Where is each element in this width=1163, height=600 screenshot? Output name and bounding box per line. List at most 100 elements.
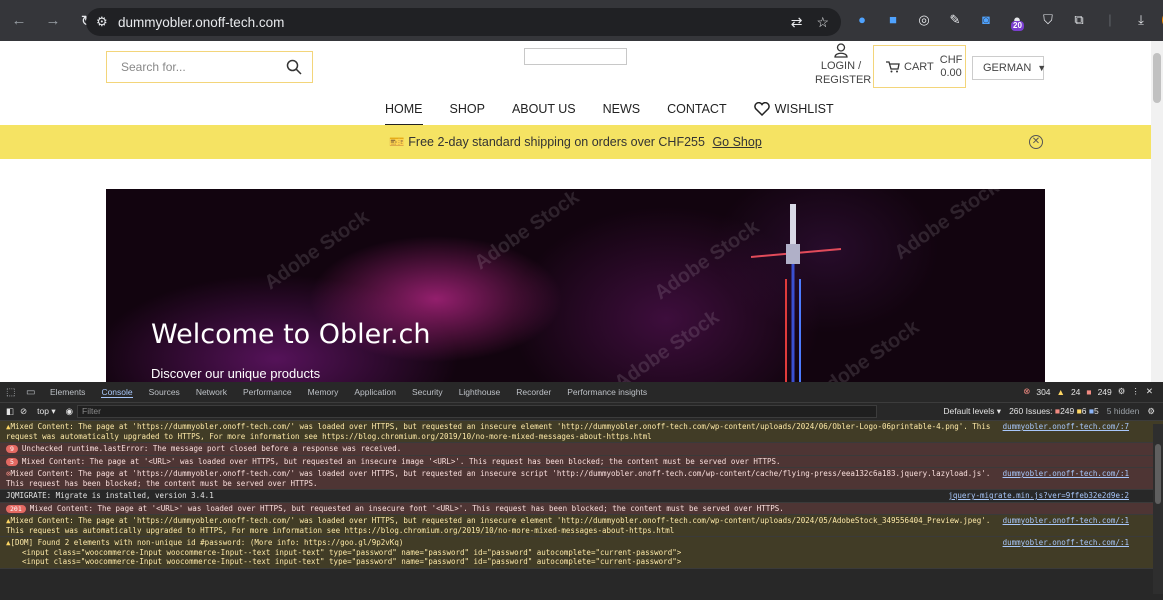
console-filter-input[interactable]: Filter xyxy=(77,405,878,418)
nav-wishlist[interactable]: WISHLIST xyxy=(753,97,834,125)
error-icon[interactable]: ⊗ xyxy=(1023,386,1030,397)
website-viewport: Search for... LOGIN / REGISTER CART CHF 0… xyxy=(0,41,1151,382)
language-select[interactable]: GERMAN ▼ xyxy=(972,56,1046,80)
tab-application[interactable]: Application xyxy=(354,387,396,397)
search-box[interactable]: Search for... xyxy=(106,51,313,83)
back-icon[interactable]: ← xyxy=(8,12,30,29)
console-message[interactable]: ▲Mixed Content: The page at 'https://dum… xyxy=(0,421,1163,443)
clear-console-icon[interactable]: ⊘ xyxy=(20,406,27,417)
hero-subtitle: Discover our unique products xyxy=(151,366,321,381)
settings-gear-icon[interactable]: ⚙ xyxy=(1118,386,1126,397)
source-link[interactable]: dummyobler.onoff-tech.com/:1 xyxy=(1003,538,1129,548)
puzzle-extensions-icon[interactable]: ⧉ xyxy=(1069,10,1089,30)
tab-elements[interactable]: Elements xyxy=(50,387,85,397)
nav-contact-label: CONTACT xyxy=(667,102,727,116)
issues-icon[interactable]: ■ xyxy=(1086,387,1091,397)
login-register-link[interactable]: LOGIN / REGISTER xyxy=(815,43,872,87)
extension-icon-1[interactable]: ● xyxy=(852,10,872,30)
shield-extension-icon[interactable]: ⛉ xyxy=(1038,10,1058,30)
console-message[interactable]: 9 Unchecked runtime.lastError: The messag… xyxy=(0,443,1163,456)
tab-console[interactable]: Console xyxy=(101,387,133,398)
download-icon[interactable]: ⤓ xyxy=(1131,10,1151,30)
console-message[interactable]: ▲Mixed Content: The page at 'https://dum… xyxy=(0,515,1163,537)
close-devtools-icon[interactable]: ✕ xyxy=(1146,386,1153,397)
cart-total: CHF 0.00 xyxy=(940,54,963,80)
repeat-count-badge[interactable]: 9 xyxy=(6,445,18,453)
console-message[interactable]: 201 Mixed Content: The page at '<URL>' wa… xyxy=(0,502,1163,515)
register-label: REGISTER xyxy=(815,74,872,86)
message-text: Mixed Content: The page at 'https://dumm… xyxy=(10,422,991,431)
site-logo-broken-image[interactable] xyxy=(524,48,627,65)
console-scrollbar[interactable] xyxy=(1153,424,1163,594)
forward-icon[interactable]: → xyxy=(42,12,64,29)
cart-button[interactable]: CART CHF 0.00 xyxy=(873,45,966,88)
console-scrollbar-thumb[interactable] xyxy=(1155,444,1161,504)
error-count: 304 xyxy=(1036,386,1051,397)
context-selector[interactable]: top ▾ xyxy=(37,406,55,417)
log-levels-dropdown[interactable]: Default levels ▾ xyxy=(943,406,1001,417)
hidden-count: 5 hidden xyxy=(1106,406,1140,416)
page-scrollbar-thumb[interactable] xyxy=(1153,53,1161,103)
screenshot-extension-icon[interactable]: ◙ xyxy=(976,10,996,30)
nav-about-us[interactable]: ABOUT US xyxy=(512,97,576,125)
tab-memory[interactable]: Memory xyxy=(308,387,339,397)
source-link[interactable]: dummyobler.onoff-tech.com/:1 xyxy=(1003,469,1129,479)
extension-icon-2[interactable]: ◎ xyxy=(914,10,934,30)
issues-warnings: 6 xyxy=(1081,406,1087,416)
nav-shop[interactable]: SHOP xyxy=(450,97,485,125)
repeat-count-badge[interactable]: 201 xyxy=(6,504,26,513)
tab-security[interactable]: Security xyxy=(412,387,443,397)
tab-recorder[interactable]: Recorder xyxy=(516,387,551,397)
hookah-image xyxy=(750,204,842,382)
site-settings-icon[interactable]: ⚙ xyxy=(96,14,114,30)
console-message[interactable]: 5 Mixed Content: The page at '<URL>' was … xyxy=(0,455,1163,468)
tab-network[interactable]: Network xyxy=(196,387,227,397)
eyedropper-icon[interactable]: ✎ xyxy=(945,10,965,30)
devtools-panel: ⬚ ▭ Elements Console Sources Network Per… xyxy=(0,382,1163,600)
cart-currency: CHF xyxy=(939,53,963,66)
console-message[interactable]: JQMIGRATE: Migrate is installed, version… xyxy=(0,490,1163,503)
source-link[interactable]: dummyobler.onoff-tech.com/:1 xyxy=(1003,516,1129,526)
console-settings-icon[interactable]: ⚙ xyxy=(1147,406,1155,417)
tab-performance-insights[interactable]: Performance insights xyxy=(567,387,647,397)
cart-amount: 0.00 xyxy=(940,66,962,79)
issue-count: 249 xyxy=(1097,386,1112,397)
banner-close-icon[interactable]: ✕ xyxy=(1029,135,1043,149)
nav-contact[interactable]: CONTACT xyxy=(667,97,727,125)
message-text: Mixed Content: The page at 'https://dumm… xyxy=(10,469,991,478)
inspect-element-icon[interactable]: ⬚ xyxy=(6,387,20,398)
heart-icon xyxy=(753,102,770,116)
go-shop-link[interactable]: Go Shop xyxy=(712,135,761,149)
source-link[interactable]: dummyobler.onoff-tech.com/:7 xyxy=(1003,422,1129,432)
context-value: top xyxy=(37,406,49,416)
sidebar-toggle-icon[interactable]: ◧ xyxy=(6,406,14,417)
nav-home[interactable]: HOME xyxy=(385,97,423,125)
bookmark-star-icon[interactable]: ☆ xyxy=(816,14,829,31)
console-message[interactable]: ⊗Mixed Content: The page at 'https://dum… xyxy=(0,468,1163,490)
eye-icon[interactable]: ◉ xyxy=(66,406,73,417)
address-bar[interactable]: ⚙ dummyobler.onoff-tech.com ⇄ ☆ xyxy=(86,8,841,36)
user-icon xyxy=(834,43,848,58)
page-scrollbar[interactable] xyxy=(1151,41,1163,382)
extension-badge-icon[interactable]: ● 20 xyxy=(1007,10,1027,31)
repeat-count-badge[interactable]: 5 xyxy=(6,457,18,466)
console-toolbar-right: Default levels ▾ 260 Issues: ■249 ■6 ■5 … xyxy=(943,406,1155,417)
nav-news[interactable]: NEWS xyxy=(603,97,641,125)
tab-sources[interactable]: Sources xyxy=(149,387,180,397)
warning-icon[interactable]: ▲ xyxy=(1057,387,1065,397)
search-input[interactable]: Search for... xyxy=(121,60,286,74)
message-text: Mixed Content: The page at '<URL>' was l… xyxy=(21,456,781,466)
search-icon[interactable] xyxy=(286,59,302,75)
watermark-text: Adobe Stock xyxy=(470,189,584,275)
tab-performance[interactable]: Performance xyxy=(243,387,292,397)
translate-icon[interactable]: ⇄ xyxy=(791,14,803,31)
tab-lighthouse[interactable]: Lighthouse xyxy=(459,387,501,397)
console-message[interactable]: ▲[DOM] Found 2 elements with non-unique … xyxy=(0,537,1163,569)
translate-extension-icon[interactable]: ■ xyxy=(883,10,903,30)
device-toolbar-icon[interactable]: ▭ xyxy=(26,387,40,398)
more-options-icon[interactable]: ⋮ xyxy=(1131,386,1140,397)
issues-summary[interactable]: 260 Issues: ■249 ■6 ■5 xyxy=(1009,406,1099,417)
cart-label: CART xyxy=(904,60,934,73)
watermark-text: Adobe Stock xyxy=(610,306,724,382)
source-link[interactable]: jquery-migrate.min.js?ver=9ffeb32e2d9e:2 xyxy=(948,491,1129,501)
